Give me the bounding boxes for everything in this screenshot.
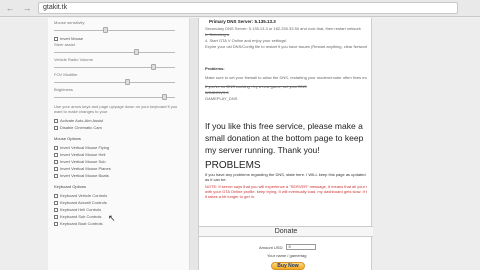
tip-line: WINDOWS 8 [205,90,229,95]
section-title: Mouse Options [54,136,81,141]
cinematic-cam-checkbox[interactable]: Disable Cinematic Cam [54,124,183,131]
section-title: Keyboard Options [54,184,87,189]
option-checkbox[interactable]: Invert Vertical Mouse Sub [54,158,183,165]
amount-row: Amount USD: 5 [259,244,317,250]
radio-volume-slider[interactable] [54,64,183,70]
name-label: Your name / gamertag [267,253,307,258]
brightness-slider[interactable] [54,94,183,100]
donation-message: If you like this free service, please ma… [205,121,364,155]
option-checkbox[interactable]: Keyboard Boat Controls [54,220,183,227]
slider-label: Brightness [54,87,73,92]
steer-assist-slider[interactable] [54,49,183,55]
slider-label: Steer assist [54,42,75,47]
problems-text: If you have any problems regarding the D… [205,172,366,182]
slider-label: Vehicle Radio Volume [54,57,93,62]
mouse-sensitivity-slider[interactable] [54,27,183,33]
amount-input[interactable]: 5 [286,244,317,250]
arrow-left-icon[interactable]: ← [3,2,17,14]
slider-label: FOV Modifier [54,72,78,77]
problems-title: PROBLEMS [205,160,261,171]
address-bar[interactable]: gtakit.tk [38,2,458,14]
right-margin [373,18,480,270]
buy-now-button[interactable]: Buy Now [271,262,305,270]
settings-panel: Mouse sensitivity Invert Mouse Steer ass… [48,18,190,270]
auto-aim-checkbox[interactable]: Activate Auto-Aim Assist [54,117,183,124]
tip-line: Make sure to set your firewall to allow … [205,75,367,80]
invert-mouse-checkbox[interactable]: Invert Mouse [54,35,183,42]
name-row: Your name / gamertag [267,253,306,258]
instruction-line: Secondary DNS Server: 5.135.13.3 or 162.… [205,26,361,31]
troubleshoot-title: Problems: [205,66,225,71]
fov-slider[interactable] [54,79,183,85]
settings-note: Use your arrow keys and page up/page dow… [54,104,178,114]
problems-note: it takes a bit longer to get in. [205,194,256,199]
amount-label: Amount USD: [259,244,284,250]
option-checkbox[interactable]: Keyboard Heli Controls [54,206,183,213]
mouse-cursor-icon: ↖ [108,213,116,223]
page: Mouse sensitivity Invert Mouse Steer ass… [0,18,480,270]
dns-server-line: Primary DNS Server: 5.135.13.3 [209,19,276,24]
option-checkbox[interactable]: Keyboard Aircraft Controls [54,199,183,206]
option-checkbox[interactable]: Invert Vertical Mouse Flying [54,144,183,151]
arrow-right-icon[interactable]: → [20,2,34,14]
tip-line: If you've no DNS working - try a new gam… [205,84,307,89]
donate-title: Donate [199,226,373,237]
tip-line: GAMEPLAY_DNS [205,96,238,101]
option-checkbox[interactable]: Keyboard Sub Controls [54,213,183,220]
option-checkbox[interactable]: Invert Vertical Mouse Boats [54,172,183,179]
option-checkbox[interactable]: Invert Vertical Mouse Heli [54,151,183,158]
panel-divider [190,18,198,270]
option-checkbox[interactable]: Keyboard Vehicle Controls [54,192,183,199]
instruction-line: 4. Start GTA V Online and enjoy your set… [205,38,287,43]
instruction-line: b. Selecting a [205,32,230,37]
instruction-line: Expire your old DNS/Config file to resta… [205,44,367,49]
option-checkbox[interactable]: Invert Vertical Mouse Planes [54,165,183,172]
main-content: Primary DNS Server: 5.135.13.3 Secondary… [198,18,373,270]
slider-label: Mouse sensitivity [54,20,85,25]
browser-toolbar: ← → gtakit.tk [0,0,480,17]
